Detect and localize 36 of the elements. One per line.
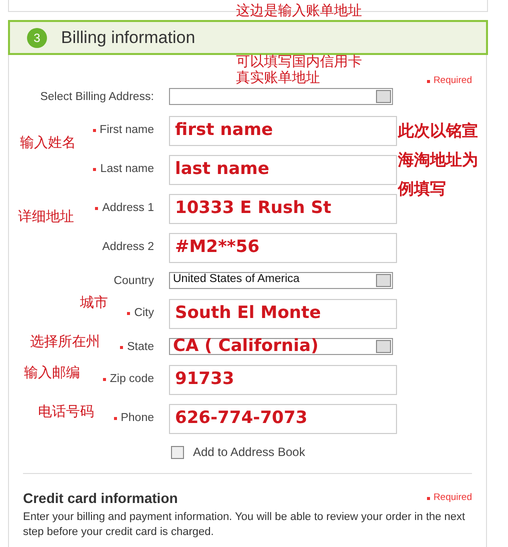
field-label: Address 1 bbox=[102, 200, 154, 216]
annotation-text: 可以填写国内信用卡 bbox=[236, 55, 362, 70]
annotation-text: 城市 bbox=[80, 296, 108, 312]
input-field[interactable]: first name bbox=[169, 116, 397, 146]
section-title: Billing information bbox=[61, 26, 196, 49]
input-field[interactable]: last name bbox=[169, 154, 397, 184]
step-number: 3 bbox=[27, 28, 47, 48]
annotation-text: 电话号码 bbox=[38, 405, 94, 420]
annotation-text: 详细地址 bbox=[18, 210, 74, 226]
input-field[interactable]: 91733 bbox=[169, 365, 397, 395]
annotation-text: 输入姓名 bbox=[20, 136, 76, 152]
annotation-text: 这边是输入账单地址 bbox=[236, 4, 362, 20]
dropdown[interactable]: United States of America bbox=[169, 272, 393, 288]
field-label: City bbox=[134, 306, 154, 321]
required-note: Required bbox=[427, 74, 472, 88]
required-note: Required bbox=[427, 491, 472, 506]
section-title: Credit card information bbox=[23, 489, 178, 508]
input-field[interactable]: #M2**56 bbox=[169, 232, 397, 262]
description-text: Enter your billing and payment information. You will be able to review your order in the next step before your credit card is charged. bbox=[23, 510, 466, 540]
dropdown[interactable]: CA ( California) bbox=[169, 338, 393, 355]
annotation-text: 输入邮编 bbox=[24, 366, 80, 382]
input-field[interactable]: South El Monte bbox=[169, 298, 397, 329]
field-label: Address 2 bbox=[102, 240, 154, 254]
field-label: Country bbox=[114, 274, 154, 288]
annotation-text: 真实账单地址 bbox=[236, 71, 320, 86]
annotation-text: 此次以铭宣海淘地址为例填写 bbox=[398, 120, 479, 200]
annotation-text: 选择所在州 bbox=[30, 335, 100, 350]
field-label: State bbox=[127, 340, 154, 355]
input-field[interactable]: 626-774-7073 bbox=[169, 404, 397, 434]
field-label: Select Billing Address: bbox=[40, 90, 154, 106]
field-label: First name bbox=[100, 122, 154, 138]
field-label: Last name bbox=[100, 162, 154, 176]
field-label: Phone bbox=[120, 411, 154, 426]
input-field[interactable]: 10333 E Rush St bbox=[169, 194, 397, 224]
checkbox-label: Add to Address Book bbox=[193, 444, 306, 461]
field-label: Zip code bbox=[110, 372, 154, 387]
